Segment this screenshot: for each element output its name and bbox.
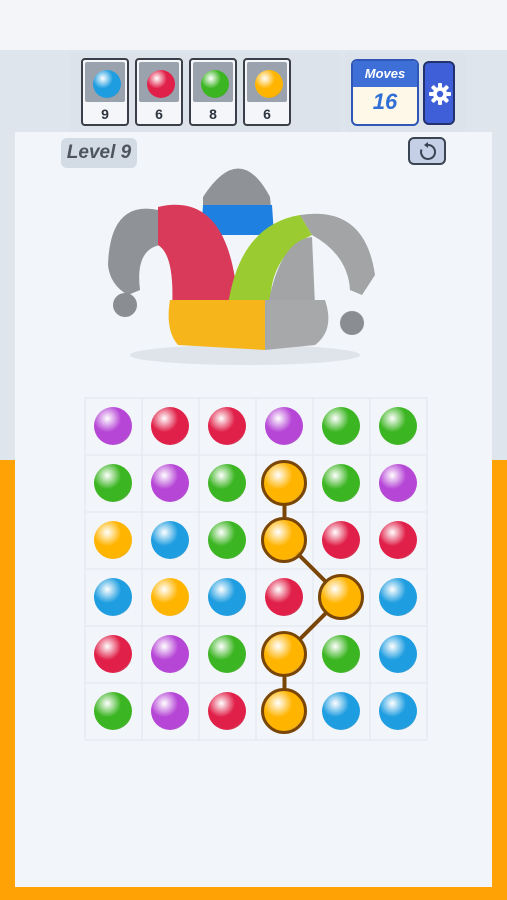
ball-red[interactable] bbox=[94, 635, 132, 673]
ball-green[interactable] bbox=[322, 635, 360, 673]
board-cell[interactable] bbox=[142, 512, 199, 569]
ball-green[interactable] bbox=[94, 692, 132, 730]
ball-green[interactable] bbox=[208, 464, 246, 502]
ball-green[interactable] bbox=[322, 464, 360, 502]
restart-button[interactable] bbox=[408, 137, 446, 165]
ball-red[interactable] bbox=[265, 578, 303, 616]
ball-green[interactable] bbox=[379, 407, 417, 445]
goal-ball-yellow bbox=[255, 70, 283, 98]
board-cell[interactable] bbox=[256, 683, 313, 740]
board-cell[interactable] bbox=[199, 512, 256, 569]
ball-green[interactable] bbox=[322, 407, 360, 445]
goal-count: 9 bbox=[101, 106, 109, 122]
board-cell[interactable] bbox=[85, 512, 142, 569]
board-cell[interactable] bbox=[199, 569, 256, 626]
ball-red[interactable] bbox=[208, 692, 246, 730]
ball-yellow[interactable] bbox=[318, 574, 364, 620]
board-cell[interactable] bbox=[313, 512, 370, 569]
board-cell[interactable] bbox=[256, 626, 313, 683]
goal-slot-header bbox=[247, 62, 287, 102]
jester-hat-picture bbox=[108, 168, 375, 365]
board-cell[interactable] bbox=[313, 626, 370, 683]
goal-slot-header bbox=[139, 62, 179, 102]
board-cell[interactable] bbox=[199, 626, 256, 683]
goal-slot-green: 8 bbox=[189, 58, 237, 126]
goal-count: 6 bbox=[155, 106, 163, 122]
gear-icon bbox=[429, 83, 451, 105]
ball-blue[interactable] bbox=[379, 578, 417, 616]
ball-purple[interactable] bbox=[151, 464, 189, 502]
board-cell[interactable] bbox=[142, 398, 199, 455]
ball-red[interactable] bbox=[151, 407, 189, 445]
board-cell[interactable] bbox=[85, 455, 142, 512]
board-cell[interactable] bbox=[256, 569, 313, 626]
goal-slot-header bbox=[85, 62, 125, 102]
ball-blue[interactable] bbox=[379, 692, 417, 730]
ball-yellow[interactable] bbox=[94, 521, 132, 559]
board-cell[interactable] bbox=[85, 626, 142, 683]
ball-yellow[interactable] bbox=[261, 631, 307, 677]
restart-icon bbox=[420, 142, 437, 160]
settings-button[interactable] bbox=[423, 61, 455, 125]
board-cell[interactable] bbox=[256, 512, 313, 569]
ball-yellow[interactable] bbox=[151, 578, 189, 616]
board-cell[interactable] bbox=[370, 455, 427, 512]
board-cell[interactable] bbox=[199, 455, 256, 512]
ball-red[interactable] bbox=[208, 407, 246, 445]
board-cell[interactable] bbox=[313, 569, 370, 626]
ball-blue[interactable] bbox=[94, 578, 132, 616]
board-cell[interactable] bbox=[199, 683, 256, 740]
moves-counter: Moves 16 bbox=[351, 59, 419, 126]
ball-yellow[interactable] bbox=[261, 688, 307, 734]
goal-slot-red: 6 bbox=[135, 58, 183, 126]
board-cell[interactable] bbox=[313, 455, 370, 512]
board-cell[interactable] bbox=[85, 683, 142, 740]
board-cell[interactable] bbox=[256, 398, 313, 455]
goal-ball-red bbox=[147, 70, 175, 98]
goal-ball-green bbox=[201, 70, 229, 98]
goal-ball-blue bbox=[93, 70, 121, 98]
ball-yellow[interactable] bbox=[261, 517, 307, 563]
ball-yellow[interactable] bbox=[261, 460, 307, 506]
board-cell[interactable] bbox=[142, 683, 199, 740]
ball-green[interactable] bbox=[94, 464, 132, 502]
ball-blue[interactable] bbox=[379, 635, 417, 673]
board-cell[interactable] bbox=[142, 455, 199, 512]
board-cell[interactable] bbox=[142, 626, 199, 683]
ball-green[interactable] bbox=[208, 521, 246, 559]
ball-blue[interactable] bbox=[208, 578, 246, 616]
ball-red[interactable] bbox=[322, 521, 360, 559]
ball-purple[interactable] bbox=[94, 407, 132, 445]
board-cell[interactable] bbox=[85, 398, 142, 455]
board-cell[interactable] bbox=[370, 398, 427, 455]
board-cell[interactable] bbox=[256, 455, 313, 512]
moves-label: Moves bbox=[353, 61, 417, 87]
ball-blue[interactable] bbox=[322, 692, 360, 730]
board-cell[interactable] bbox=[313, 683, 370, 740]
moves-value: 16 bbox=[372, 89, 398, 114]
ball-purple[interactable] bbox=[265, 407, 303, 445]
goal-slot-blue: 9 bbox=[81, 58, 129, 126]
board-cell[interactable] bbox=[370, 683, 427, 740]
board-cell[interactable] bbox=[370, 512, 427, 569]
board-cell[interactable] bbox=[142, 569, 199, 626]
goal-count: 6 bbox=[263, 106, 271, 122]
top-bar bbox=[0, 0, 507, 50]
board-cell[interactable] bbox=[370, 569, 427, 626]
ball-purple[interactable] bbox=[151, 635, 189, 673]
board-cell[interactable] bbox=[199, 398, 256, 455]
ball-blue[interactable] bbox=[151, 521, 189, 559]
goal-slot-header bbox=[193, 62, 233, 102]
ball-red[interactable] bbox=[379, 521, 417, 559]
ball-purple[interactable] bbox=[379, 464, 417, 502]
ball-green[interactable] bbox=[208, 635, 246, 673]
board-cell[interactable] bbox=[370, 626, 427, 683]
goal-slot-yellow: 6 bbox=[243, 58, 291, 126]
goal-count: 8 bbox=[209, 106, 217, 122]
ball-purple[interactable] bbox=[151, 692, 189, 730]
board-cell[interactable] bbox=[313, 398, 370, 455]
board-cell[interactable] bbox=[85, 569, 142, 626]
